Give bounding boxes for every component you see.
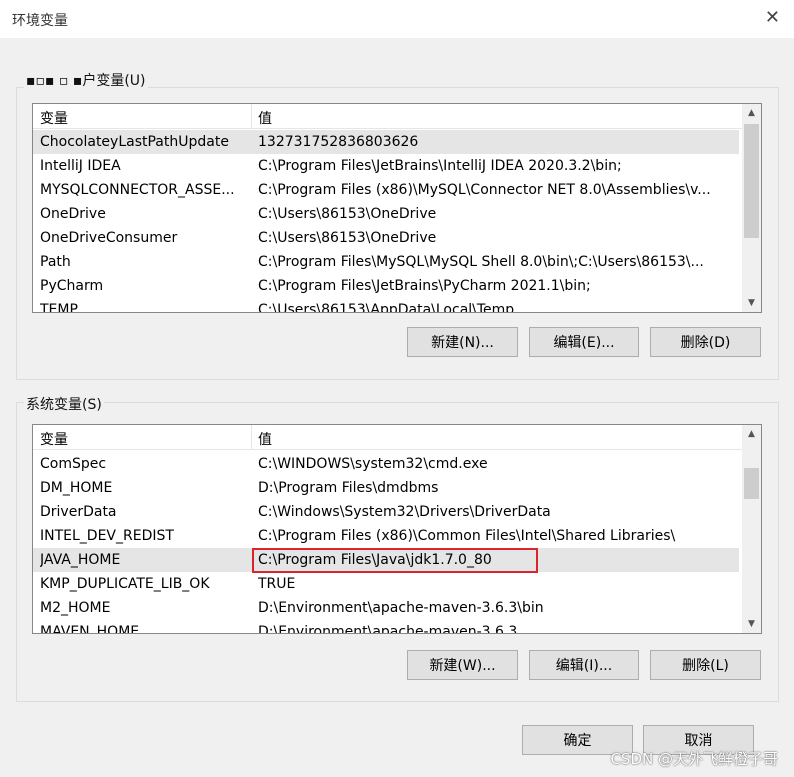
variable-value: C:\Users\86153\OneDrive — [258, 230, 437, 246]
variable-value: C:\Program Files\JetBrains\PyCharm 2021.… — [258, 278, 591, 294]
user-variables-label: ▪▫▪ ▫ ▪户变量(U) — [24, 70, 148, 90]
variable-value: C:\Program Files (x86)\Common Files\Inte… — [258, 528, 676, 544]
variable-value: D:\Environment\apache-maven-3.6.3\bin — [258, 600, 544, 616]
column-divider[interactable] — [251, 425, 252, 449]
variable-value: C:\Program Files (x86)\MySQL\Connector N… — [258, 182, 711, 198]
scroll-down-arrow-icon[interactable]: ▼ — [742, 294, 761, 312]
variable-name: ComSpec — [40, 456, 107, 472]
scroll-thumb[interactable] — [744, 468, 759, 499]
watermark: CSDN @天外飞鲜橙子哥 — [610, 750, 778, 768]
system-variables-list[interactable]: 变量 值 ComSpec C:\WINDOWS\system32\cmd.exe… — [32, 424, 762, 634]
variable-name: DM_HOME — [40, 480, 113, 496]
system-edit-button[interactable]: 编辑(I)... — [529, 650, 639, 680]
table-row[interactable]: INTEL_DEV_REDIST C:\Program Files (x86)\… — [33, 524, 739, 548]
variable-name: M2_HOME — [40, 600, 111, 616]
variable-value: C:\Users\86153\OneDrive — [258, 206, 437, 222]
variable-value: C:\Users\86153\AppData\Local\Temp — [258, 302, 515, 313]
variable-name: OneDriveConsumer — [40, 230, 178, 246]
variable-name: PyCharm — [40, 278, 104, 294]
user-new-button[interactable]: 新建(N)... — [407, 327, 518, 357]
system-delete-button[interactable]: 删除(L) — [650, 650, 761, 680]
window-title: 环境变量 — [12, 13, 68, 29]
user-variables-list[interactable]: 变量 值 ChocolateyLastPathUpdate 1327317528… — [32, 103, 762, 313]
variable-name: INTEL_DEV_REDIST — [40, 528, 174, 544]
variable-value: TRUE — [258, 576, 296, 592]
variable-name: DriverData — [40, 504, 117, 520]
table-row[interactable]: ComSpec C:\WINDOWS\system32\cmd.exe — [33, 452, 739, 476]
vertical-scrollbar[interactable]: ▲ ▼ — [742, 425, 761, 633]
list-header: 变量 值 — [33, 104, 761, 129]
title-bar: 环境变量 ✕ — [0, 0, 794, 38]
variable-value: 132731752836803626 — [258, 134, 419, 150]
column-header-value[interactable]: 值 — [258, 429, 272, 449]
scroll-up-arrow-icon[interactable]: ▲ — [742, 104, 761, 122]
table-row[interactable]: ChocolateyLastPathUpdate 132731752836803… — [33, 130, 739, 154]
table-row[interactable]: KMP_DUPLICATE_LIB_OK TRUE — [33, 572, 739, 596]
system-variables-label: 系统变量(S) — [24, 394, 104, 414]
column-header-variable[interactable]: 变量 — [40, 429, 68, 449]
variable-name: ChocolateyLastPathUpdate — [40, 134, 229, 150]
scroll-down-arrow-icon[interactable]: ▼ — [742, 615, 761, 633]
table-row[interactable]: M2_HOME D:\Environment\apache-maven-3.6.… — [33, 596, 739, 620]
variable-name: KMP_DUPLICATE_LIB_OK — [40, 576, 210, 592]
close-icon[interactable]: ✕ — [765, 9, 780, 27]
table-row[interactable]: PyCharm C:\Program Files\JetBrains\PyCha… — [33, 274, 739, 298]
variable-name: OneDrive — [40, 206, 106, 222]
variable-name: Path — [40, 254, 71, 270]
table-row[interactable]: DriverData C:\Windows\System32\Drivers\D… — [33, 500, 739, 524]
variable-name: TEMP — [40, 302, 78, 313]
variable-name: MYSQLCONNECTOR_ASSE... — [40, 182, 235, 198]
system-new-button[interactable]: 新建(W)... — [407, 650, 518, 680]
table-row[interactable]: IntelliJ IDEA C:\Program Files\JetBrains… — [33, 154, 739, 178]
variable-name: MAVEN_HOME — [40, 624, 140, 634]
column-header-value[interactable]: 值 — [258, 108, 272, 128]
variable-name: JAVA_HOME — [40, 552, 121, 568]
table-row[interactable]: OneDriveConsumer C:\Users\86153\OneDrive — [33, 226, 739, 250]
variable-name: IntelliJ IDEA — [40, 158, 121, 174]
table-row[interactable]: MAVEN_HOME D:\Environment\apache-maven-3… — [33, 620, 739, 634]
table-row[interactable]: MYSQLCONNECTOR_ASSE... C:\Program Files … — [33, 178, 739, 202]
table-row[interactable]: TEMP C:\Users\86153\AppData\Local\Temp — [33, 298, 739, 313]
table-row[interactable]: OneDrive C:\Users\86153\OneDrive — [33, 202, 739, 226]
variable-value: D:\Program Files\dmdbms — [258, 480, 439, 496]
table-row[interactable]: DM_HOME D:\Program Files\dmdbms — [33, 476, 739, 500]
vertical-scrollbar[interactable]: ▲ ▼ — [742, 104, 761, 312]
variable-value: C:\Program Files\MySQL\MySQL Shell 8.0\b… — [258, 254, 704, 270]
scroll-thumb[interactable] — [744, 124, 759, 238]
variable-value: C:\Windows\System32\Drivers\DriverData — [258, 504, 551, 520]
column-divider[interactable] — [251, 104, 252, 128]
user-edit-button[interactable]: 编辑(E)... — [529, 327, 639, 357]
scroll-up-arrow-icon[interactable]: ▲ — [742, 425, 761, 443]
highlight-annotation-box — [252, 548, 538, 573]
column-header-variable[interactable]: 变量 — [40, 108, 68, 128]
list-header: 变量 值 — [33, 425, 761, 450]
variable-value: C:\WINDOWS\system32\cmd.exe — [258, 456, 488, 472]
user-delete-button[interactable]: 删除(D) — [650, 327, 761, 357]
table-row[interactable]: Path C:\Program Files\MySQL\MySQL Shell … — [33, 250, 739, 274]
variable-value: C:\Program Files\JetBrains\IntelliJ IDEA… — [258, 158, 622, 174]
variable-value: D:\Environment\apache-maven-3.6.3 — [258, 624, 518, 634]
